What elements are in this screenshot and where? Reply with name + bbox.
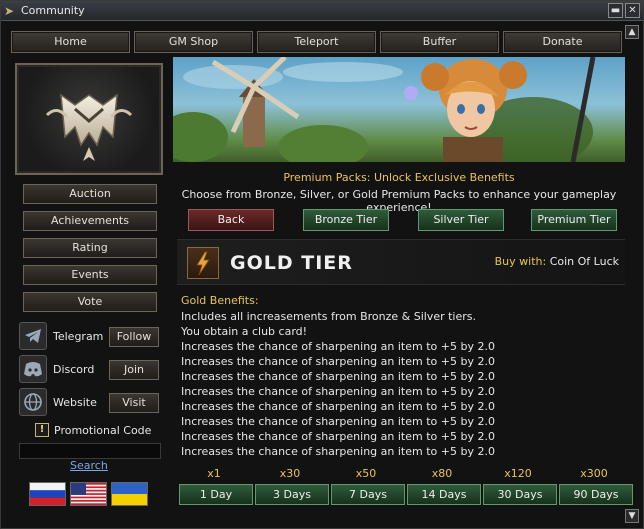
globe-icon — [19, 388, 47, 416]
benefit-line: You obtain a club card! — [181, 325, 308, 338]
benefit-line: Increases the chance of sharpening an it… — [181, 415, 495, 428]
benefit-line: Increases the chance of sharpening an it… — [181, 400, 495, 413]
multiplier-label: x120 — [504, 467, 532, 480]
benefit-line: Increases the chance of sharpening an it… — [181, 430, 495, 443]
logo-emblem-icon — [45, 93, 133, 161]
benefit-line: Increases the chance of sharpening an it… — [181, 445, 495, 458]
multiplier-label: x300 — [580, 467, 608, 480]
premium-tier-button[interactable]: Premium Tier — [531, 209, 617, 231]
duration-1-day-button[interactable]: 1 Day — [179, 484, 253, 505]
promo-code-input[interactable] — [19, 443, 161, 459]
language-flag-ukraine[interactable] — [111, 482, 148, 506]
telegram-icon — [19, 322, 47, 350]
premium-packs-title: Premium Packs: Unlock Exclusive Benefits — [283, 171, 515, 184]
website-label: Website — [53, 396, 97, 409]
banner-image — [173, 57, 625, 162]
duration-14-days-button[interactable]: 14 Days — [407, 484, 481, 505]
buy-with-label: Buy with: — [494, 255, 547, 268]
duration-3-days-button[interactable]: 3 Days — [255, 484, 329, 505]
duration-30-days-button[interactable]: 30 Days — [483, 484, 557, 505]
title-bar[interactable]: ➤ Community ▬ ✕ — [1, 1, 643, 21]
lightning-icon — [187, 247, 219, 279]
gold-benefits-list: Gold Benefits: Includes all increasement… — [181, 294, 621, 459]
community-window: ➤ Community ▬ ✕ Home GM Shop Teleport Bu… — [0, 0, 644, 529]
discord-join-button[interactable]: Join — [109, 360, 159, 380]
sidebar-vote-button[interactable]: Vote — [23, 292, 157, 312]
window-title: Community — [21, 4, 85, 17]
language-flag-russia[interactable] — [29, 482, 66, 506]
multiplier-label: x1 — [207, 467, 221, 480]
buy-with-info: Buy with: Coin Of Luck — [495, 255, 619, 268]
duration-90-days-button[interactable]: 90 Days — [559, 484, 633, 505]
discord-icon — [19, 355, 47, 383]
benefit-line: Increases the chance of sharpening an it… — [181, 370, 495, 383]
top-navigation: Home GM Shop Teleport Buffer Donate — [11, 31, 622, 53]
benefits-title: Gold Benefits: — [181, 294, 259, 307]
benefit-line: Increases the chance of sharpening an it… — [181, 355, 495, 368]
nav-buffer-button[interactable]: Buffer — [380, 31, 499, 53]
minimize-button[interactable]: ▬ — [608, 3, 623, 18]
language-flag-usa[interactable] — [70, 482, 107, 506]
discord-label: Discord — [53, 363, 95, 376]
search-link[interactable]: Search — [70, 459, 108, 472]
server-logo — [15, 63, 163, 175]
window-icon: ➤ — [4, 4, 15, 18]
telegram-follow-button[interactable]: Follow — [109, 327, 159, 347]
multiplier-label: x50 — [355, 467, 377, 480]
sidebar-auction-button[interactable]: Auction — [23, 184, 157, 204]
benefit-line: Increases the chance of sharpening an it… — [181, 340, 495, 353]
nav-teleport-button[interactable]: Teleport — [257, 31, 376, 53]
silver-tier-button[interactable]: Silver Tier — [418, 209, 504, 231]
multiplier-label: x80 — [431, 467, 453, 480]
nav-donate-button[interactable]: Donate — [503, 31, 622, 53]
sidebar-achievements-button[interactable]: Achievements — [23, 211, 157, 231]
scroll-up-button[interactable]: ▲ — [625, 25, 639, 39]
promo-info-icon: ! — [35, 423, 49, 437]
gold-tier-header: GOLD TIER Buy with: Coin Of Luck — [177, 239, 625, 285]
sidebar-rating-button[interactable]: Rating — [23, 238, 157, 258]
benefit-line: Increases the chance of sharpening an it… — [181, 385, 495, 398]
multiplier-label: x30 — [279, 467, 301, 480]
bronze-tier-button[interactable]: Bronze Tier — [303, 209, 389, 231]
sidebar: Auction Achievements Rating Events Vote … — [15, 61, 167, 521]
close-button[interactable]: ✕ — [625, 3, 640, 18]
back-button[interactable]: Back — [188, 209, 274, 231]
sidebar-events-button[interactable]: Events — [23, 265, 157, 285]
nav-home-button[interactable]: Home — [11, 31, 130, 53]
benefit-line: Includes all increasements from Bronze &… — [181, 310, 476, 323]
telegram-label: Telegram — [53, 330, 104, 343]
promo-code-label: Promotional Code — [54, 424, 152, 437]
buy-with-currency: Coin Of Luck — [549, 255, 619, 268]
website-visit-button[interactable]: Visit — [109, 393, 159, 413]
scroll-down-button[interactable]: ▼ — [625, 509, 639, 523]
nav-gm-shop-button[interactable]: GM Shop — [134, 31, 253, 53]
main-panel: Premium Packs: Unlock Exclusive Benefits… — [173, 57, 633, 525]
gold-tier-title: GOLD TIER — [230, 252, 353, 274]
duration-7-days-button[interactable]: 7 Days — [331, 484, 405, 505]
